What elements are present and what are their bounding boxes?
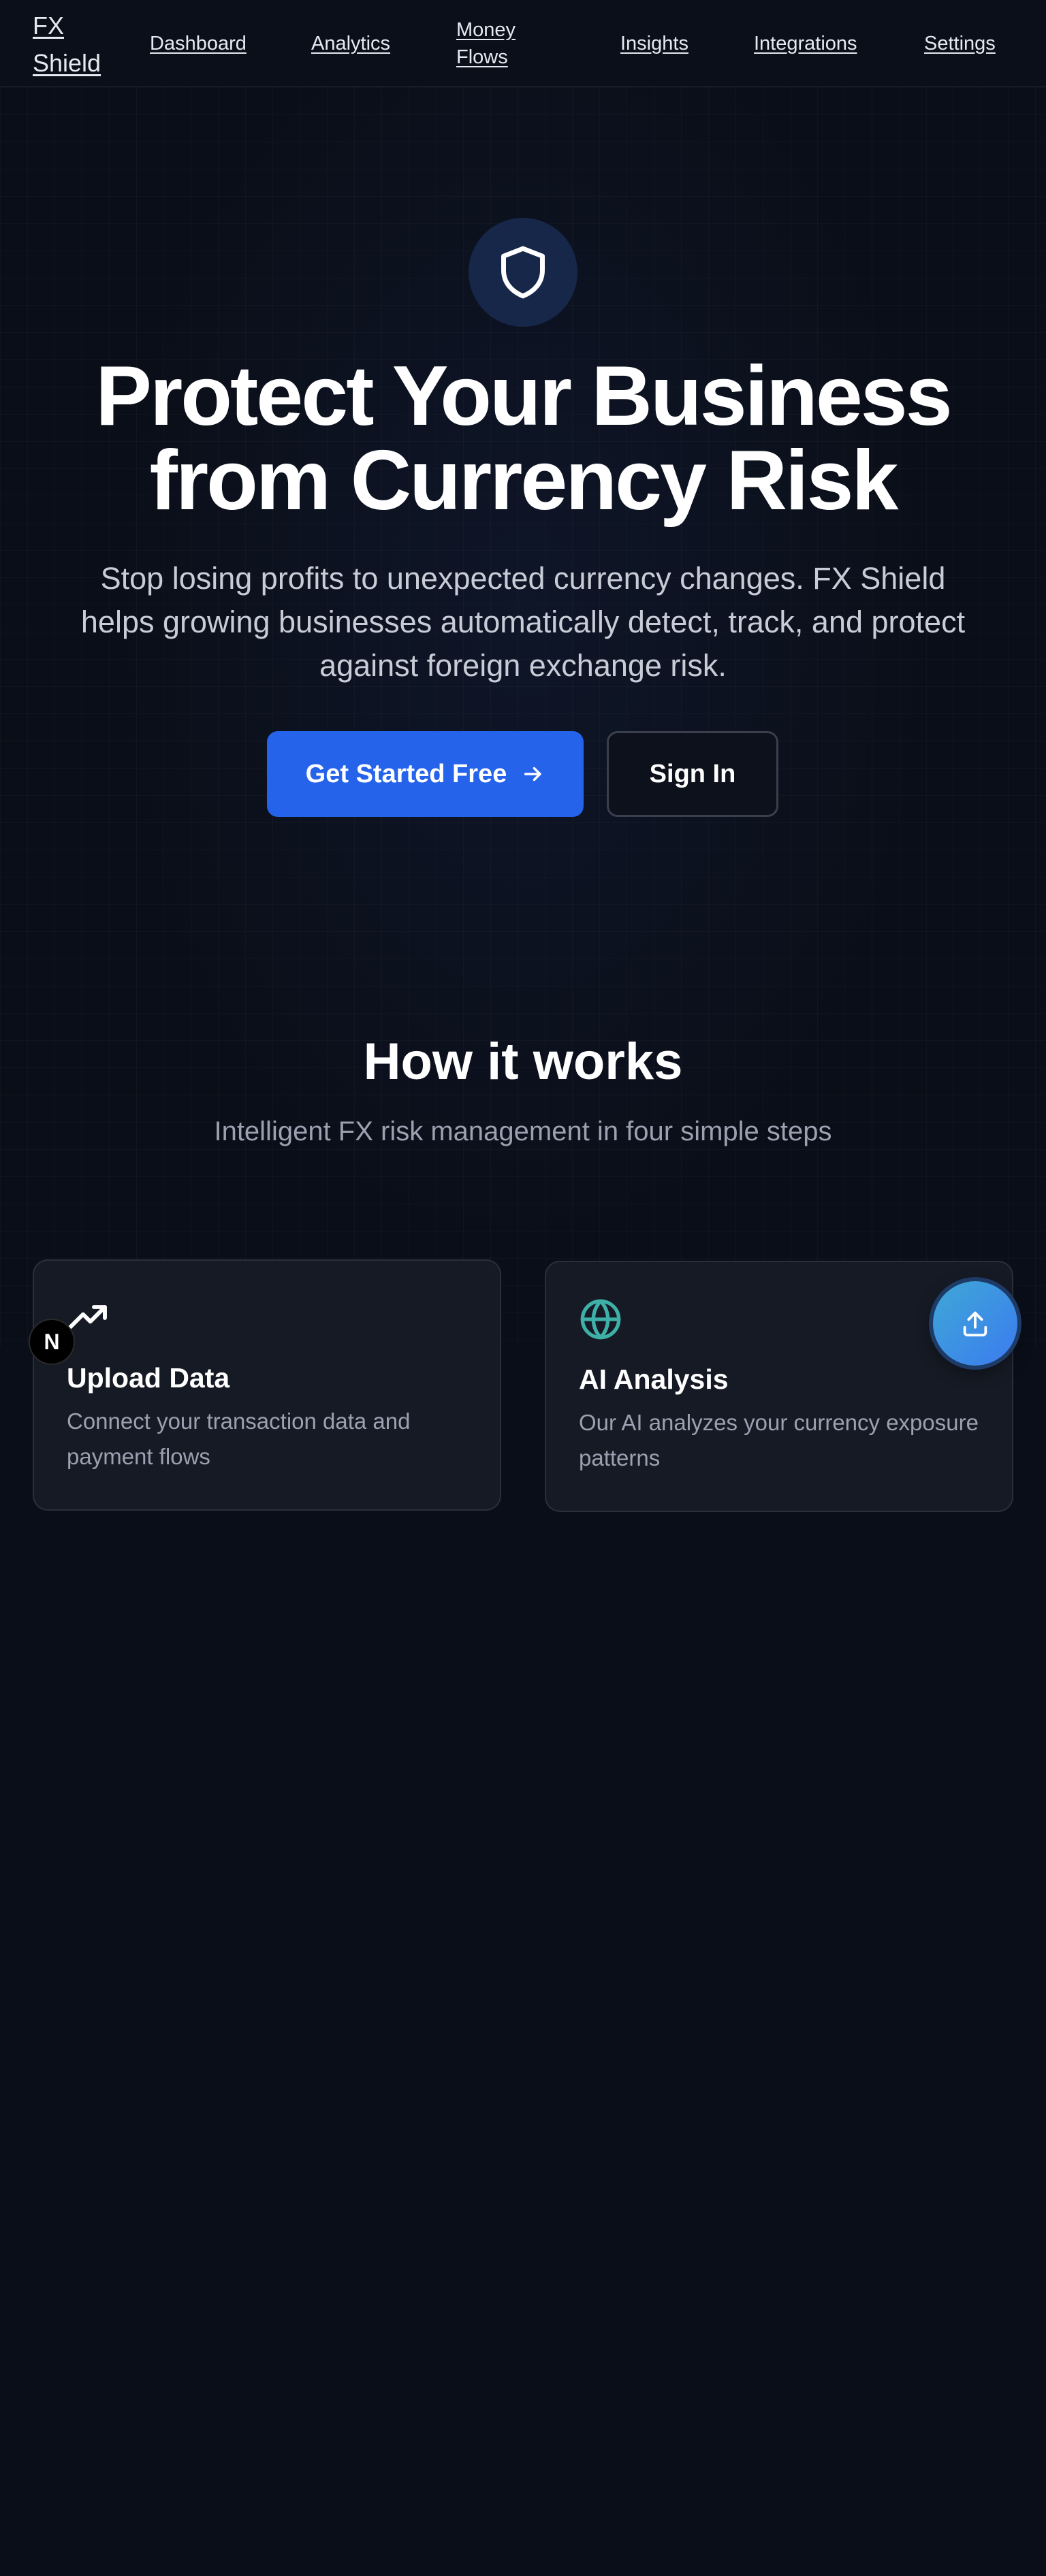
- nav-link-dashboard[interactable]: Dashboard: [150, 30, 247, 57]
- shield-icon: [501, 246, 545, 299]
- upload-icon: [963, 1311, 987, 1337]
- nav-link-insights[interactable]: Insights: [620, 30, 688, 57]
- nav-link-money-flows[interactable]: Money Flows: [456, 16, 524, 71]
- get-started-button[interactable]: Get Started Free: [267, 731, 584, 817]
- hero-title: Protect Your Business from Currency Risk: [95, 349, 952, 528]
- nav-link-analytics[interactable]: Analytics: [311, 30, 390, 57]
- n-badge-button[interactable]: N: [29, 1319, 75, 1365]
- section-subtitle: Intelligent FX risk management in four s…: [214, 1116, 832, 1146]
- step-description: Our AI analyzes your currency exposure p…: [579, 1410, 979, 1470]
- top-nav: FX Shield Dashboard Analytics Money Flow…: [0, 0, 1046, 87]
- step-title: Upload Data: [67, 1362, 230, 1394]
- sign-in-button[interactable]: Sign In: [607, 731, 778, 817]
- nav-link-integrations[interactable]: Integrations: [754, 30, 857, 57]
- step-title: AI Analysis: [579, 1364, 729, 1395]
- brand-logo-link[interactable]: FX Shield: [33, 7, 108, 82]
- step-card-upload-data: Upload Data Connect your transaction dat…: [33, 1259, 501, 1511]
- step-description: Connect your transaction data and paymen…: [67, 1408, 411, 1469]
- upload-fab-button[interactable]: [933, 1281, 1017, 1366]
- hero-icon-badge: [469, 218, 577, 327]
- get-started-label: Get Started Free: [305, 759, 507, 788]
- hero-subtitle: Stop losing profits to unexpected curren…: [80, 561, 966, 683]
- n-badge-label: N: [44, 1329, 60, 1354]
- globe-icon: [580, 1299, 621, 1340]
- section-title: How it works: [363, 1033, 683, 1091]
- arrow-right-icon: [524, 767, 541, 782]
- nav-link-settings[interactable]: Settings: [924, 30, 996, 57]
- sign-in-label: Sign In: [649, 759, 736, 788]
